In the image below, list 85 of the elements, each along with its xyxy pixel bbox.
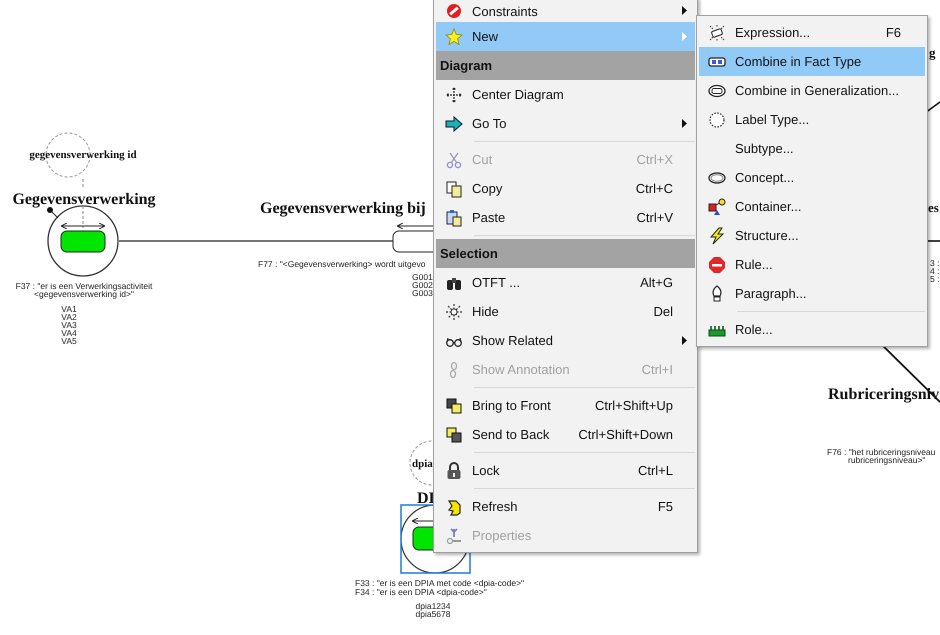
padlock-icon	[445, 462, 463, 480]
shortcut-text: Ctrl+Shift+Up	[594, 398, 673, 413]
sparkle-icon	[445, 302, 463, 320]
copy-icon	[445, 180, 463, 198]
shortcut-text: F6	[886, 25, 901, 40]
menu-item[interactable]: Expression... F6	[699, 18, 925, 47]
layers-icon	[445, 396, 463, 414]
example-value: VA4	[61, 328, 77, 338]
stop-sign-icon	[708, 256, 726, 274]
example-value: VA3	[61, 320, 77, 330]
shortcut-text: Ctrl+Shift+Down	[578, 427, 673, 442]
example-value: VA1	[61, 304, 77, 314]
menu-item[interactable]: Go To	[436, 109, 695, 138]
menu-item[interactable]: Center Diagram	[436, 80, 695, 109]
menu-item[interactable]: Subtype...	[699, 134, 925, 163]
menu-item[interactable]: Rule...	[699, 250, 925, 279]
dashed-circle-icon	[708, 110, 726, 128]
shortcut-text: Alt+G	[640, 275, 673, 290]
shortcut-text: F5	[658, 499, 673, 514]
menu-item[interactable]: New	[436, 22, 695, 51]
example-value: G002	[412, 280, 433, 290]
object-type-name: DI	[417, 490, 435, 507]
fact-text: F37 : "er is een Verwerkingsactiviteit	[16, 281, 152, 291]
example-value: dpia1234	[416, 601, 450, 611]
object-type-name: Gegevensverwerking	[12, 191, 156, 208]
menu-item[interactable]: Copy Ctrl+C	[436, 174, 695, 203]
no-entry-icon	[445, 2, 463, 20]
menu-item[interactable]: Container...	[699, 192, 925, 221]
shortcut-text: Ctrl+C	[636, 181, 673, 196]
example-value: dpia5678	[416, 609, 450, 619]
sparkle-icon	[708, 24, 726, 42]
menu-item[interactable]: Paste Ctrl+V	[436, 203, 695, 232]
star-icon	[445, 28, 463, 46]
cut-off-text: 5 :	[930, 274, 940, 284]
menu-item[interactable]: Label Type...	[699, 105, 925, 134]
wrench-icon	[445, 526, 463, 544]
menu-item[interactable]: Send to Back Ctrl+Shift+Down	[436, 420, 695, 449]
shortcut-text: Ctrl+I	[642, 362, 673, 377]
move-icon	[445, 86, 463, 104]
role-label: dpia	[412, 458, 433, 470]
fact-text: F33 : "er is een DPIA met code <dpia-code>"	[355, 578, 524, 588]
menu-section-header: Diagram	[436, 51, 695, 80]
shortcut-text: Del	[653, 304, 673, 319]
cut-off-text: 3 :	[930, 258, 940, 268]
example-value: G003	[412, 288, 433, 298]
example-value: G001	[412, 272, 433, 282]
menu-item[interactable]: Show Related	[436, 326, 695, 355]
marker-dot	[47, 207, 58, 218]
cut-off-text: g	[929, 45, 936, 60]
menu-section-header: Selection	[436, 239, 695, 268]
cut-off-text: 4 :	[930, 266, 940, 276]
menu-item[interactable]: OTFT ... Alt+G	[436, 268, 695, 297]
paste-icon	[445, 208, 463, 226]
connector-line	[928, 240, 940, 242]
menu-item[interactable]: Combine in Fact Type	[699, 47, 925, 76]
fact-text: F34 : "er is een DPIA <dpia-code>"	[355, 587, 487, 597]
role-label: gegevensverwerking id	[29, 149, 137, 161]
example-value: VA2	[61, 312, 77, 322]
fact-text: <gegevensverwerking id>"	[34, 289, 134, 299]
scissors-icon	[445, 150, 463, 168]
fact-text: F76 : "het rubriceringsniveau	[827, 447, 936, 457]
fact-text: F77 : "<Gegevensverwerking> wordt uitgevo	[258, 259, 426, 269]
menu-item[interactable]: Structure...	[699, 221, 925, 250]
shortcut-text: Ctrl+L	[638, 463, 673, 478]
menu-item[interactable]: Combine in Generalization...	[699, 76, 925, 105]
fact-type-name: Gegevensverwerking bij	[260, 200, 426, 217]
menu-item[interactable]: Concept...	[699, 163, 925, 192]
example-value: VA5	[61, 336, 77, 346]
shortcut-text: Ctrl+V	[636, 210, 673, 225]
container-icon	[708, 198, 726, 216]
layers-icon	[445, 426, 463, 444]
connector-line	[82, 178, 84, 190]
menu-item[interactable]: Hide Del	[436, 297, 695, 326]
refresh-icon	[445, 498, 463, 516]
menu-item[interactable]: Role...	[699, 315, 925, 344]
menu-item[interactable]: Refresh F5	[436, 492, 695, 521]
fact-text: rubriceringsniveau>"	[848, 455, 926, 465]
menu-item[interactable]: Constraints	[436, 0, 695, 22]
shortcut-text: Ctrl+X	[636, 152, 673, 167]
lightning-icon	[708, 226, 726, 244]
menu-item[interactable]: Bring to Front Ctrl+Shift+Up	[436, 391, 695, 420]
menu-item[interactable]: Lock Ctrl+L	[436, 456, 695, 485]
arrow-icon	[445, 114, 463, 132]
cut-off-text: es	[928, 200, 939, 215]
menu-item[interactable]: Paragraph...	[699, 279, 925, 308]
